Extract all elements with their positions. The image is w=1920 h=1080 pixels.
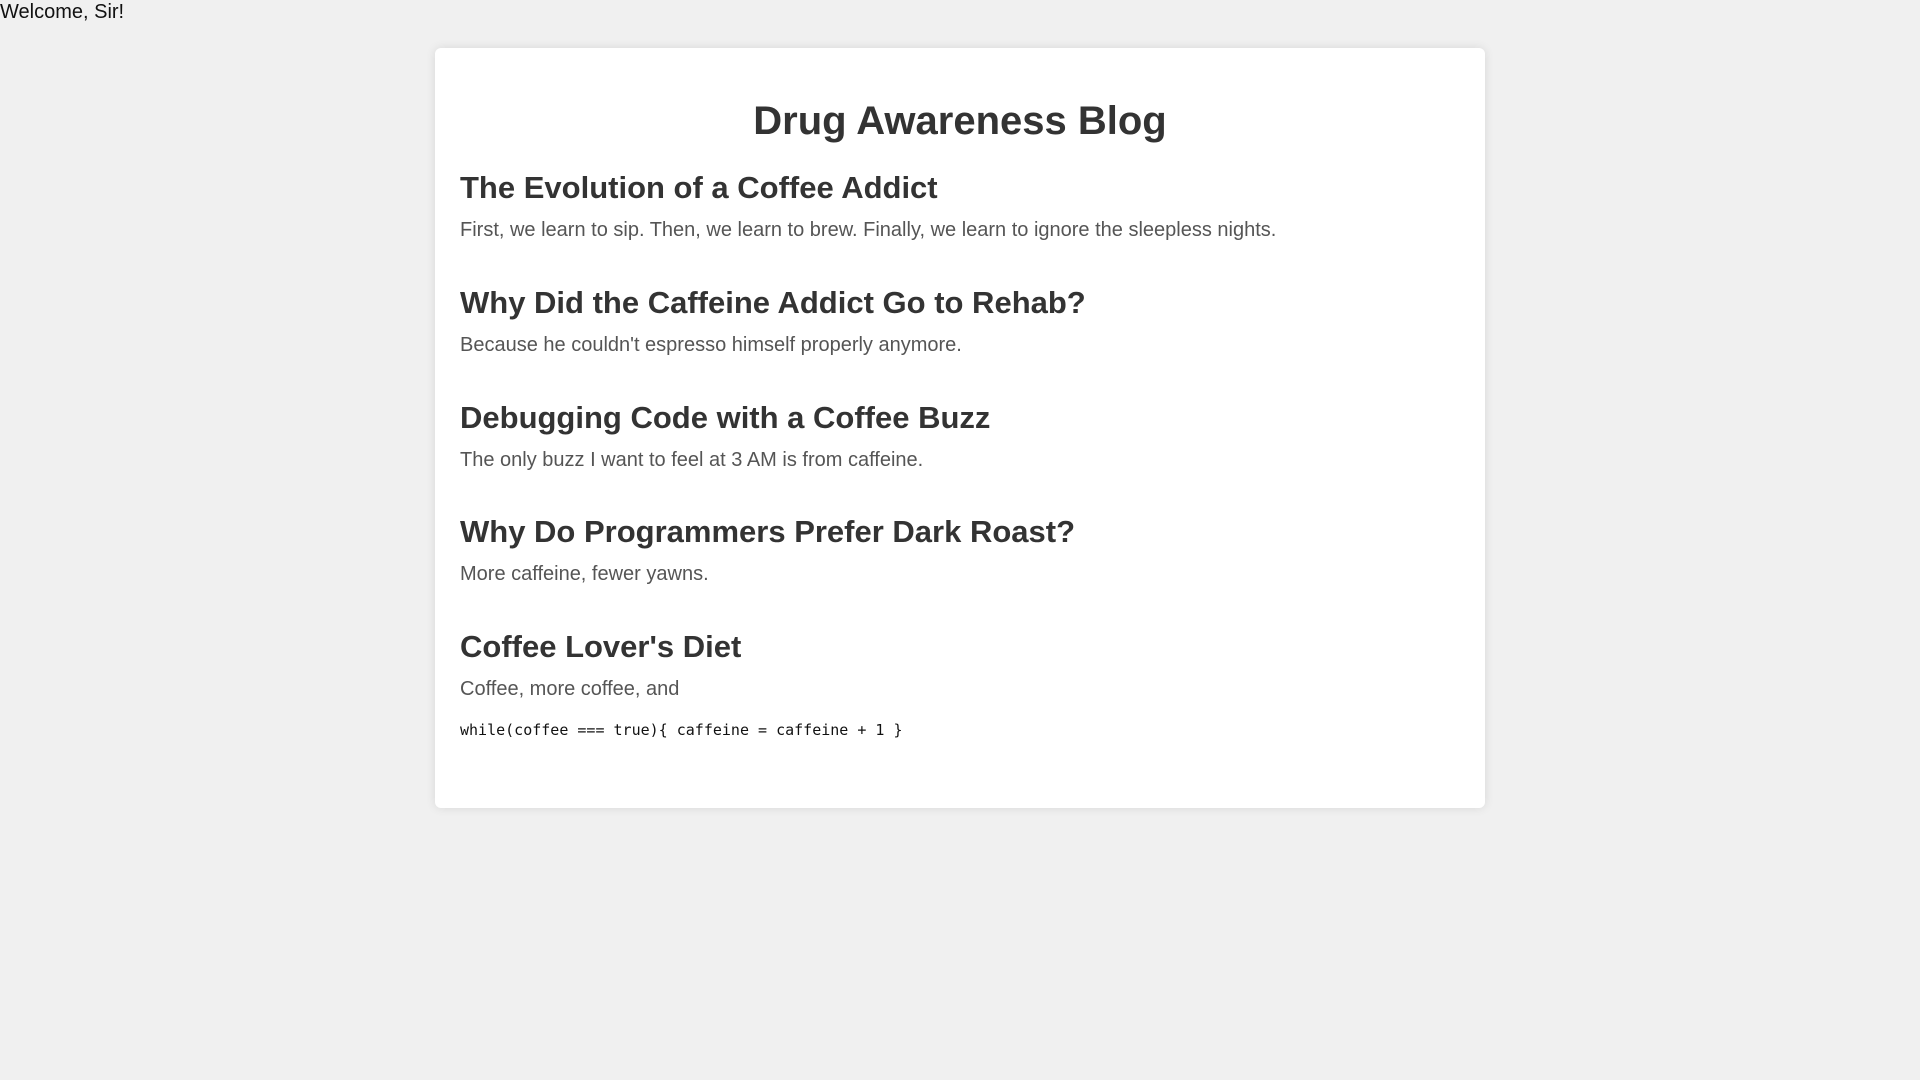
post-text: More caffeine, fewer yawns. xyxy=(460,563,709,585)
blog-post: Coffee Lover's Diet Coffee, more coffee,… xyxy=(460,629,903,740)
post-title: Coffee Lover's Diet xyxy=(460,629,742,664)
blog-post: The Evolution of a Coffee Addict First, … xyxy=(460,170,1276,242)
welcome-message: Welcome, Sir! xyxy=(0,1,125,23)
blog-post: Why Did the Caffeine Addict Go to Rehab?… xyxy=(460,285,1086,357)
blog-card: Drug Awareness Blog The Evolution of a C… xyxy=(435,48,1485,808)
blog-post: Why Do Programmers Prefer Dark Roast? Mo… xyxy=(460,514,1075,586)
post-title: Debugging Code with a Coffee Buzz xyxy=(460,400,991,435)
code-snippet: while(coffee === true){ caffeine = caffe… xyxy=(460,721,903,739)
post-title: Why Did the Caffeine Addict Go to Rehab? xyxy=(460,285,1086,320)
post-text: First, we learn to sip. Then, we learn t… xyxy=(460,219,1277,241)
blog-post: Debugging Code with a Coffee Buzz The on… xyxy=(460,400,990,472)
post-text: Because he couldn't espresso himself pro… xyxy=(460,334,962,356)
post-title: Why Do Programmers Prefer Dark Roast? xyxy=(460,514,1076,549)
post-text: The only buzz I want to feel at 3 AM is … xyxy=(460,449,924,471)
post-text: Coffee, more coffee, and xyxy=(460,678,680,700)
post-title: The Evolution of a Coffee Addict xyxy=(460,170,938,205)
blog-title: Drug Awareness Blog xyxy=(753,99,1167,143)
